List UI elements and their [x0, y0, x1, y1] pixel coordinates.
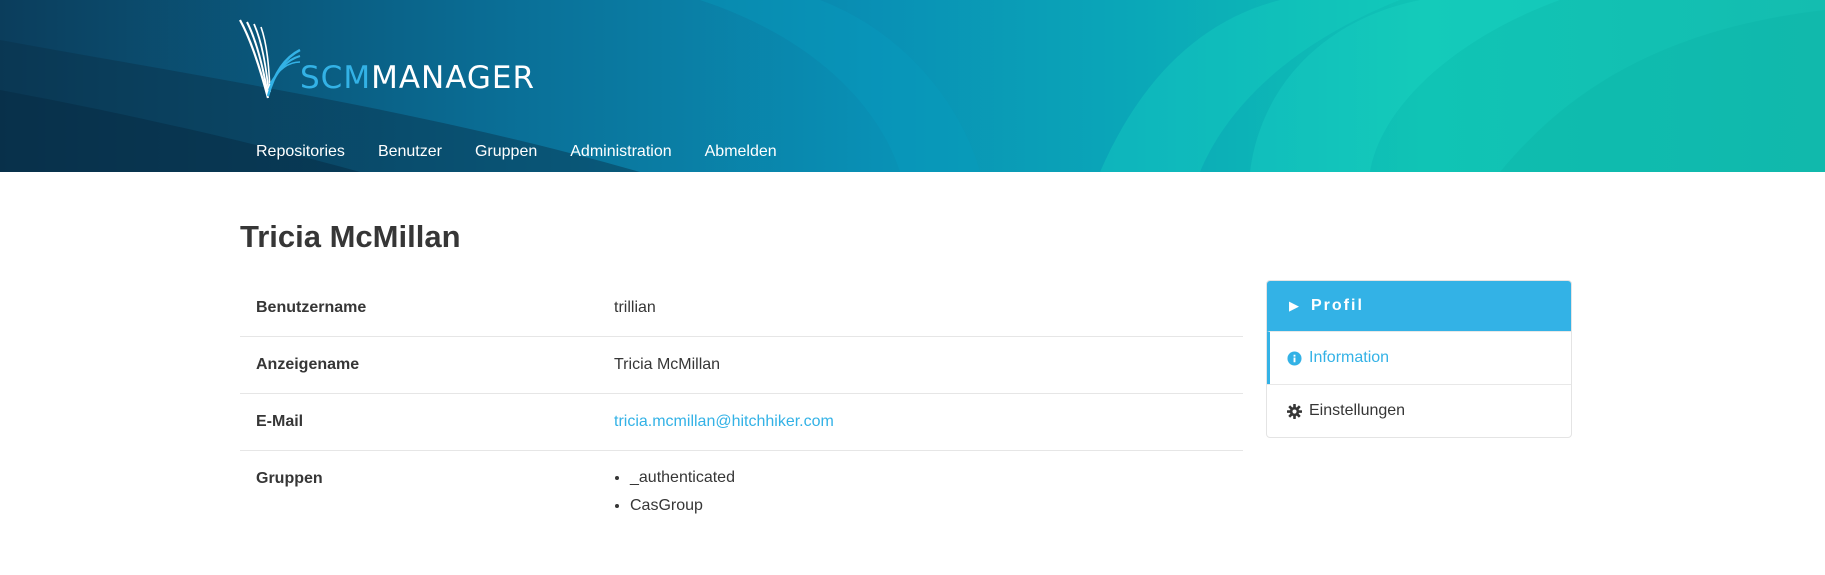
scm-manager-logo[interactable]: SCMMANAGER: [238, 18, 535, 100]
groups-label: Gruppen: [256, 470, 323, 487]
logo-swoosh-icon: [239, 19, 301, 99]
displayname-label: Anzeigename: [256, 356, 360, 373]
nav-repositories[interactable]: Repositories: [256, 141, 345, 163]
logo-text: SCMMANAGER: [300, 63, 535, 94]
header: SCMMANAGER Repositories Benutzer Gruppen…: [0, 0, 1825, 172]
table-row: E-Mail tricia.mcmillan@hitchhiker.com: [240, 394, 1243, 451]
menu-item-label: Einstellungen: [1309, 402, 1406, 419]
table-row: Gruppen _authenticated CasGroup: [240, 451, 1243, 540]
info-circle-icon: [1287, 350, 1302, 366]
email-label: E-Mail: [256, 413, 304, 430]
main-nav: Repositories Benutzer Gruppen Administra…: [240, 141, 794, 163]
profile-menu: ▶ Profil Information Einstellungen: [1266, 280, 1572, 438]
username-value: trillian: [614, 299, 656, 316]
email-link[interactable]: tricia.mcmillan@hitchhiker.com: [614, 413, 834, 430]
gear-icon: [1287, 403, 1302, 419]
menu-label-text: Profil: [1311, 297, 1364, 314]
user-details-table: Benutzername trillian Anzeigename Tricia…: [240, 280, 1243, 539]
caret-right-icon: ▶: [1289, 298, 1301, 313]
username-label: Benutzername: [256, 299, 367, 316]
nav-benutzer[interactable]: Benutzer: [378, 141, 442, 163]
groups-list: _authenticated CasGroup: [614, 464, 1227, 520]
menu-label: ▶ Profil: [1267, 281, 1571, 331]
displayname-value: Tricia McMillan: [614, 356, 721, 373]
table-row: Anzeigename Tricia McMillan: [240, 337, 1243, 394]
group-item: CasGroup: [630, 492, 1227, 520]
menu-item-einstellungen[interactable]: Einstellungen: [1267, 384, 1571, 437]
table-row: Benutzername trillian: [240, 280, 1243, 337]
page-title: Tricia McMillan: [240, 219, 461, 254]
menu-item-information[interactable]: Information: [1267, 331, 1571, 384]
menu-item-label: Information: [1309, 349, 1390, 366]
nav-gruppen[interactable]: Gruppen: [475, 141, 537, 163]
nav-abmelden[interactable]: Abmelden: [705, 141, 777, 163]
logo-scm: SCM: [300, 60, 372, 96]
group-item: _authenticated: [630, 464, 1227, 492]
logo-manager: MANAGER: [371, 60, 536, 96]
nav-administration[interactable]: Administration: [570, 141, 671, 163]
